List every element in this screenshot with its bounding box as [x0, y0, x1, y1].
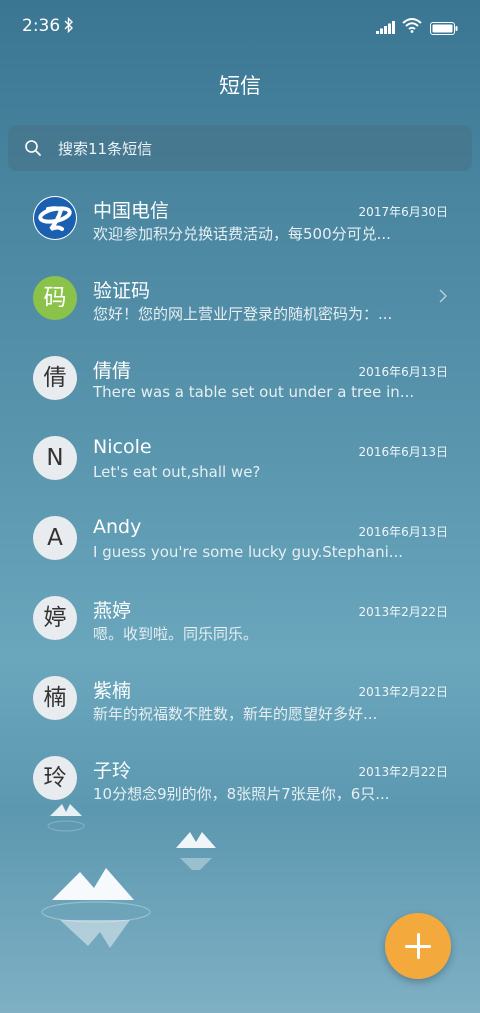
search-input[interactable]: 搜索11条短信: [58, 138, 152, 159]
message-date: 2016年6月13日: [358, 445, 448, 459]
message-preview: 您好！您的网上营业厅登录的随机密码为：...: [93, 305, 393, 323]
sender-name: Andy: [93, 516, 142, 538]
message-preview: 欢迎参加积分兑换话费活动，每500分可兑...: [93, 225, 391, 243]
sender-name: 倩倩: [93, 360, 132, 382]
list-item[interactable]: 倩 倩倩 2016年6月13日 There was a table set ou…: [0, 340, 480, 420]
avatar: 楠: [33, 676, 77, 720]
avatar: 码: [33, 276, 77, 320]
message-date: 2017年6月30日: [358, 205, 448, 219]
bluetooth-icon: [64, 16, 74, 37]
list-item[interactable]: 中国电信 2017年6月30日 欢迎参加积分兑换话费活动，每500分可兑...: [0, 180, 480, 260]
new-message-button[interactable]: [385, 913, 451, 979]
status-bar: 2:36: [0, 0, 480, 54]
avatar: N: [33, 436, 77, 480]
battery-icon: [430, 20, 458, 39]
list-item[interactable]: N Nicole 2016年6月13日 Let's eat out,shall …: [0, 420, 480, 500]
message-date: 2013年2月22日: [358, 685, 448, 699]
telecom-logo-avatar: [33, 196, 77, 240]
wifi-icon: [402, 17, 422, 37]
sender-name: Nicole: [93, 436, 152, 458]
status-time: 2:36: [22, 16, 61, 36]
message-date: 2013年2月22日: [358, 765, 448, 779]
paper-boat-decoration: [41, 868, 151, 948]
search-bar[interactable]: 搜索11条短信: [8, 125, 472, 171]
page-title: 短信: [219, 74, 261, 98]
avatar: 婷: [33, 596, 77, 640]
avatar: A: [33, 516, 77, 560]
message-preview: 10分想念9别的你，8张照片7张是你，6只...: [93, 785, 390, 803]
avatar: 玲: [33, 756, 77, 800]
message-preview: I guess you're some lucky guy.Stephani..…: [93, 543, 404, 561]
message-preview: 新年的祝福数不胜数，新年的愿望好多好...: [93, 705, 378, 723]
list-item[interactable]: 楠 紫楠 2013年2月22日 新年的祝福数不胜数，新年的愿望好多好...: [0, 660, 480, 740]
message-date: 2013年2月22日: [358, 605, 448, 619]
sender-name: 燕婷: [93, 600, 132, 622]
message-preview: 嗯。收到啦。同乐同乐。: [93, 625, 259, 643]
search-icon: [24, 139, 42, 161]
message-preview: There was a table set out under a tree i…: [93, 383, 415, 401]
list-item[interactable]: A Andy 2016年6月13日 I guess you're some lu…: [0, 500, 480, 580]
sender-name: 中国电信: [93, 200, 170, 222]
sender-name: 子玲: [93, 760, 132, 782]
message-date: 2016年6月13日: [358, 525, 448, 539]
paper-boat-decoration: [176, 832, 216, 870]
message-date: 2016年6月13日: [358, 365, 448, 379]
avatar: 倩: [33, 356, 77, 400]
list-item[interactable]: 码 验证码 您好！您的网上营业厅登录的随机密码为：...: [0, 260, 480, 340]
signal-icon: [376, 19, 396, 38]
list-item[interactable]: 婷 燕婷 2013年2月22日 嗯。收到啦。同乐同乐。: [0, 580, 480, 660]
sender-name: 验证码: [93, 280, 151, 302]
message-preview: Let's eat out,shall we?: [93, 463, 261, 481]
sender-name: 紫楠: [93, 680, 132, 702]
chevron-right-icon: [438, 288, 448, 308]
paper-boat-decoration: [47, 804, 85, 832]
